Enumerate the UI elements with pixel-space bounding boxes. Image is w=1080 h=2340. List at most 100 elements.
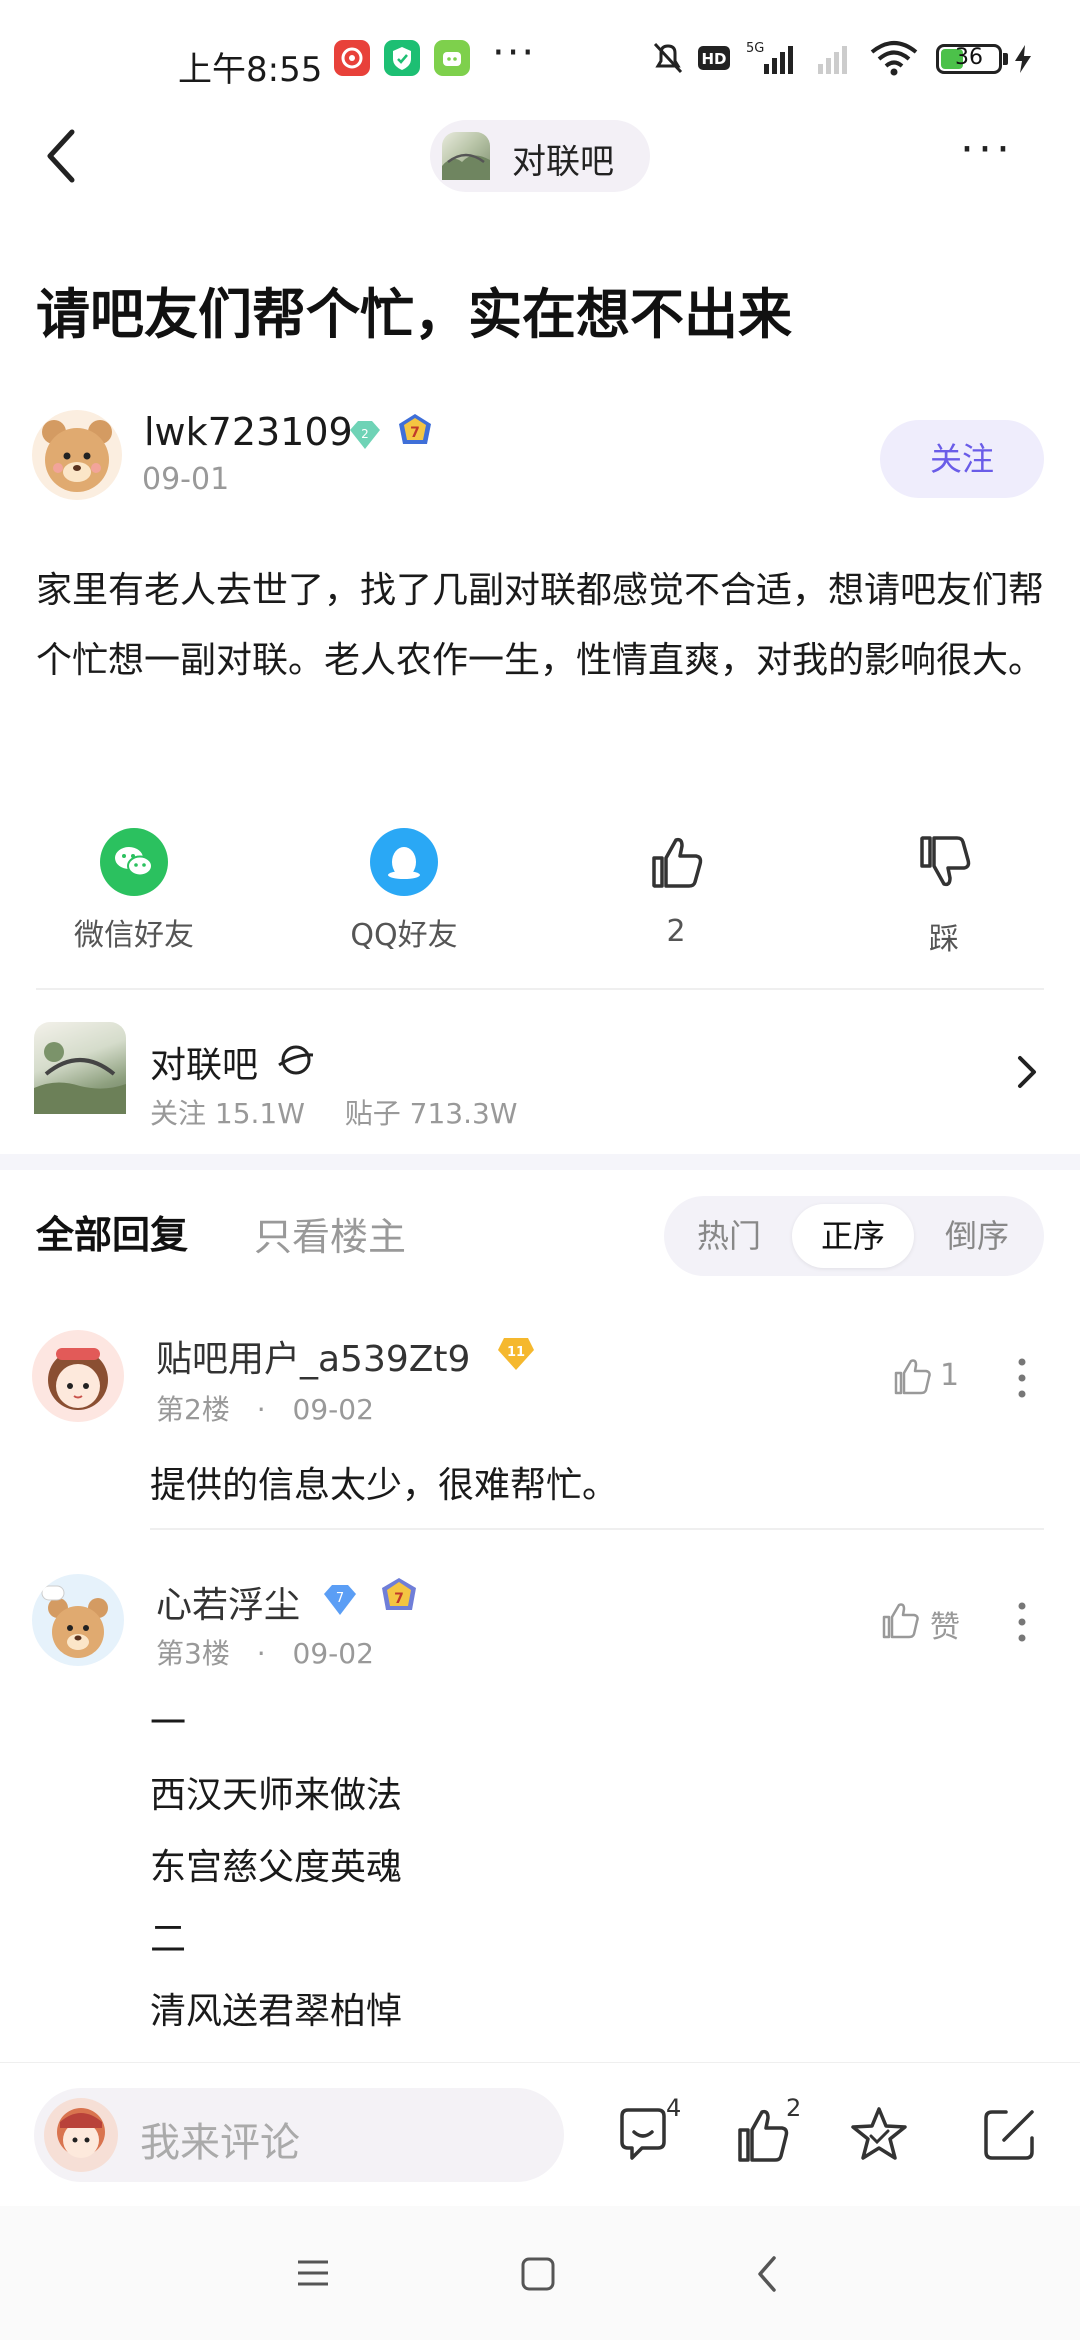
home-icon[interactable] [520, 2256, 556, 2292]
menu-icon[interactable] [296, 2256, 330, 2290]
wechat-icon [100, 828, 168, 896]
comment-more-icon[interactable] [1012, 1600, 1032, 1644]
comment-line: 清风送君翠柏悼 [150, 1991, 403, 2032]
status-bar: 上午8:55 ··· HD 5G 36 [0, 0, 1080, 120]
share-qq-button[interactable]: QQ好友 [304, 828, 504, 954]
svg-text:7: 7 [336, 1591, 344, 1606]
bear-avatar-icon [42, 420, 112, 492]
qq-penguin-icon [370, 828, 438, 896]
comment-floor: 第2楼 [156, 1393, 230, 1426]
battery-indicator: 36 [936, 44, 1002, 74]
sort-ascending[interactable]: 正序 [792, 1204, 914, 1268]
share-wechat-label: 微信好友 [74, 918, 194, 953]
comment-user-name[interactable]: 心若浮尘 [156, 1576, 300, 1628]
bear-avatar-icon [41, 1585, 108, 1658]
comment-text: 提供的信息太少，很难帮忙。 [150, 1465, 619, 1506]
author-name[interactable]: lwk723109 [144, 410, 353, 454]
comment-meta: 第3楼 · 09-02 [156, 1637, 374, 1670]
forum-post-stat: 贴子 713.3W [344, 1097, 518, 1130]
planet-icon [278, 1045, 314, 1075]
tab-all-replies[interactable]: 全部回复 [36, 1204, 188, 1259]
follow-button[interactable]: 关注 [880, 420, 1044, 498]
netease-music-icon [334, 40, 370, 76]
share-qq-label: QQ好友 [350, 918, 458, 953]
battery-tip [1003, 53, 1008, 65]
comment-more-icon[interactable] [1012, 1356, 1032, 1400]
forum-follow-stat: 关注 15.1W [150, 1097, 305, 1130]
dislike-button[interactable]: 踩 [844, 828, 1044, 958]
status-time: 上午8:55 [178, 50, 323, 90]
signal-empty-icon [818, 46, 847, 74]
more-notifications-icon: ··· [492, 30, 537, 76]
comment-input[interactable]: 我来评论 [34, 2088, 564, 2182]
comment-divider [150, 1528, 1044, 1530]
android-robot-icon [434, 40, 470, 76]
svg-text:HD: HD [701, 50, 726, 68]
comment-line: 二 [150, 1919, 187, 1960]
charging-bolt-icon [1015, 45, 1031, 73]
svg-text:5G: 5G [746, 41, 764, 56]
svg-text:11: 11 [507, 1345, 525, 1360]
system-navigation-bar [0, 2206, 1080, 2340]
member-level-badge-icon: 7 [399, 414, 431, 444]
hd-icon: HD [698, 46, 730, 70]
comment-avatar[interactable] [32, 1574, 124, 1666]
bottom-like-button[interactable]: 2 [728, 2094, 818, 2174]
comment-user-name[interactable]: 贴吧用户_a539Zt9 [156, 1330, 470, 1382]
forum-card-stats: 关注 15.1W 贴子 713.3W [150, 1092, 518, 1132]
comment-floor: 第3楼 [156, 1637, 230, 1670]
member-level-badge-icon: 7 [382, 1578, 416, 1610]
post-date: 09-01 [142, 462, 230, 497]
svg-text:7: 7 [410, 425, 420, 441]
security-shield-icon [384, 40, 420, 76]
more-menu-button[interactable]: ··· [960, 128, 1020, 180]
author-avatar[interactable] [32, 410, 122, 500]
comment-placeholder: 我来评论 [140, 2120, 300, 2166]
like-count: 2 [666, 914, 686, 949]
thumbs-up-icon [652, 837, 703, 888]
mute-bell-icon [653, 42, 683, 74]
comment-like-button[interactable]: 赞 [878, 1598, 978, 1648]
thumbs-up-icon [882, 1603, 919, 1639]
forum-pill[interactable]: 对联吧 [430, 120, 650, 192]
comment-like-label: 赞 [930, 1610, 960, 1645]
comment-line: 一 [150, 1703, 187, 1744]
comment-date: 09-02 [292, 1393, 374, 1426]
diamond-level-icon: 2 [350, 421, 380, 449]
chevron-right-icon[interactable] [1006, 1052, 1046, 1092]
wifi-icon [870, 41, 918, 76]
share-wechat-button[interactable]: 微信好友 [34, 828, 234, 954]
girl-avatar-icon [48, 1348, 108, 1410]
comments-button[interactable]: 4 [608, 2094, 698, 2174]
back-nav-icon[interactable] [752, 2254, 782, 2294]
share-forward-button[interactable] [978, 2104, 1040, 2166]
thumbs-down-icon [920, 836, 971, 887]
sort-descending[interactable]: 倒序 [916, 1204, 1038, 1268]
thumbs-up-icon [894, 1359, 931, 1395]
post-title: 请吧友们帮个忙，实在想不出来 [36, 283, 792, 346]
dislike-label: 踩 [929, 922, 959, 957]
favorite-star-button[interactable] [848, 2104, 910, 2166]
my-avatar [44, 2098, 118, 2172]
signal-5g-icon: 5G [746, 41, 793, 74]
forum-card-avatar [34, 1022, 126, 1114]
like-button[interactable]: 2 [576, 828, 776, 949]
comment-bubble-icon [620, 2108, 666, 2160]
battery-text: 36 [955, 45, 983, 70]
comment-line: 西汉天师来做法 [150, 1775, 403, 1816]
comment-like-button[interactable]: 1 [890, 1354, 970, 1404]
forum-avatar [442, 132, 490, 180]
sort-toggle: 热门 正序 倒序 [664, 1196, 1044, 1276]
sort-hot[interactable]: 热门 [668, 1204, 790, 1268]
diamond-level-icon: 7 [324, 1585, 356, 1615]
back-button[interactable] [36, 118, 96, 194]
comment-avatar[interactable] [32, 1330, 124, 1422]
fan-level-badge-icon: 11 [498, 1338, 534, 1370]
comment-meta: 第2楼 · 09-02 [156, 1393, 374, 1426]
comment-like-count: 1 [940, 1358, 960, 1393]
comment-date: 09-02 [292, 1637, 374, 1670]
forum-pill-name: 对联吧 [512, 142, 614, 182]
tab-op-only[interactable]: 只看楼主 [254, 1206, 406, 1261]
comment-line: 东宫慈父度英魂 [150, 1847, 403, 1888]
comment-count-badge: 4 [666, 2094, 682, 2122]
